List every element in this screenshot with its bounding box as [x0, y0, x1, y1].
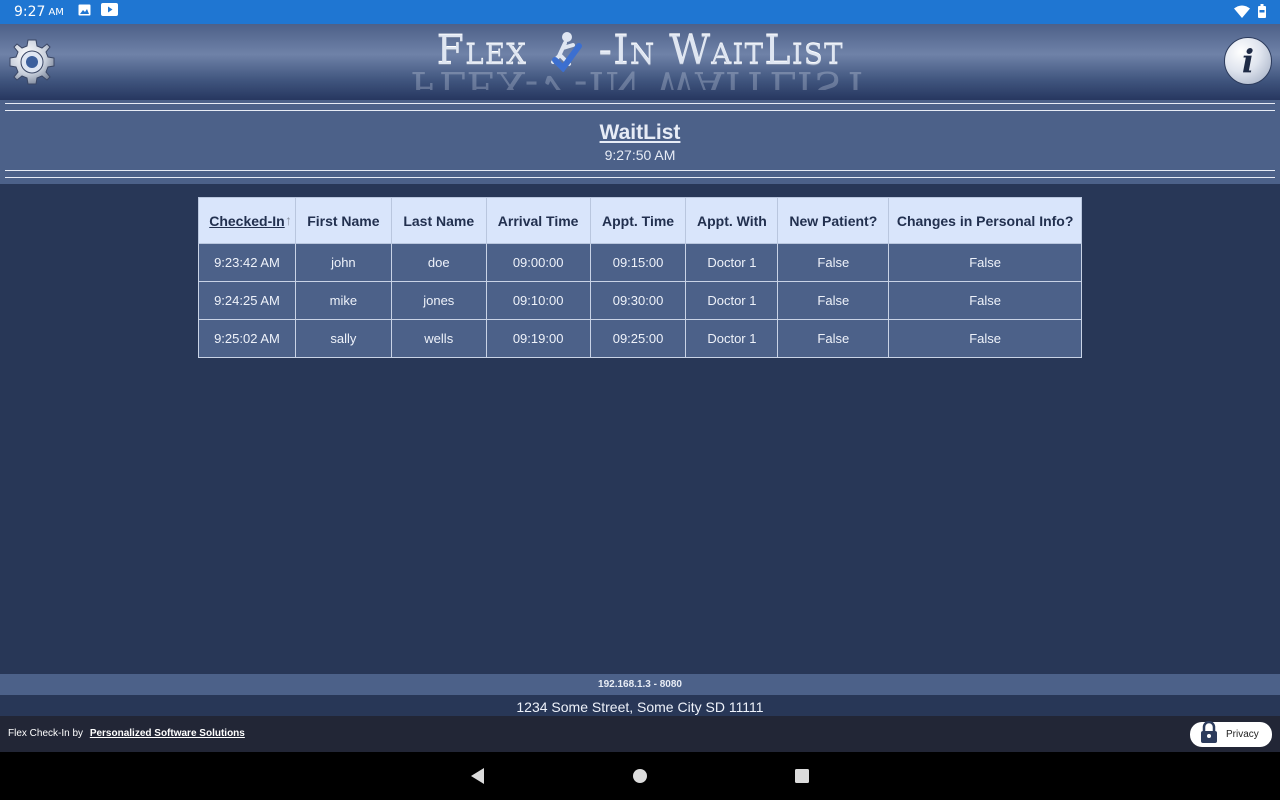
table-header-row: Checked-In ↑ First Name Last Name Arrival…	[198, 197, 1082, 244]
waitlist-table: Checked-In ↑ First Name Last Name Arrival…	[198, 197, 1082, 358]
navigation-bar	[0, 752, 1280, 800]
status-time: 9:27	[14, 4, 46, 20]
privacy-button[interactable]: Privacy	[1190, 720, 1272, 748]
cell-last-name: doe	[390, 243, 487, 282]
divider	[5, 177, 1275, 178]
recent-apps-icon[interactable]	[793, 767, 811, 785]
home-icon[interactable]	[631, 767, 649, 785]
divider	[5, 103, 1275, 104]
company-link[interactable]: Personalized Software Solutions	[90, 728, 245, 739]
logo-reflection: FLEX-✓-IN WAITLIST	[410, 66, 870, 90]
cell-arrival-time: 09:10:00	[485, 281, 591, 320]
table-row: 9:23:42 AM john doe 09:00:00 09:15:00 Do…	[198, 243, 1082, 282]
privacy-label: Privacy	[1226, 729, 1259, 740]
column-header-new-patient: New Patient?	[777, 197, 890, 244]
sort-ascending-icon: ↑	[284, 212, 292, 228]
cell-appt-with: Doctor 1	[685, 243, 779, 282]
cell-appt-time: 09:15:00	[589, 243, 687, 282]
cell-first-name: mike	[294, 281, 392, 320]
cell-arrival-time: 09:19:00	[485, 319, 591, 358]
cell-new-patient: False	[777, 319, 890, 358]
cell-appt-with: Doctor 1	[685, 281, 779, 320]
battery-icon	[1258, 4, 1266, 23]
cell-appt-time: 09:30:00	[589, 281, 687, 320]
divider	[5, 110, 1275, 111]
column-header-appt-with: Appt. With	[685, 197, 779, 244]
image-notification-icon	[78, 3, 91, 21]
table-row: 9:25:02 AM sally wells 09:19:00 09:25:00…	[198, 319, 1082, 358]
cell-first-name: sally	[294, 319, 392, 358]
info-icon[interactable]: i	[1224, 37, 1272, 85]
divider	[5, 170, 1275, 171]
app-header: Flex -In WaitList FLEX-✓-IN WAITLIST i	[0, 24, 1280, 100]
column-header-first-name: First Name	[294, 197, 392, 244]
cell-checked-in: 9:24:25 AM	[198, 281, 296, 320]
street-address: 1234 Some Street, Some City SD 11111	[516, 699, 764, 715]
cell-new-patient: False	[777, 281, 890, 320]
status-bar: 9:27 AM	[0, 0, 1280, 24]
back-icon[interactable]	[469, 767, 487, 785]
wifi-icon	[1234, 5, 1250, 23]
cell-last-name: wells	[390, 319, 487, 358]
youtube-notification-icon	[100, 3, 118, 21]
cell-changes-info: False	[888, 319, 1082, 358]
current-time: 9:27:50 AM	[604, 147, 676, 163]
cell-arrival-time: 09:00:00	[485, 243, 591, 282]
app-logo: Flex -In WaitList FLEX-✓-IN WAITLIST	[0, 28, 1280, 90]
title-band: WaitList 9:27:50 AM	[0, 100, 1280, 184]
cell-appt-time: 09:25:00	[589, 319, 687, 358]
cell-checked-in: 9:23:42 AM	[198, 243, 296, 282]
cell-checked-in: 9:25:02 AM	[198, 319, 296, 358]
lock-icon	[1200, 720, 1218, 748]
cell-first-name: john	[294, 243, 392, 282]
table-row: 9:24:25 AM mike jones 09:10:00 09:30:00 …	[198, 281, 1082, 320]
cell-appt-with: Doctor 1	[685, 319, 779, 358]
cell-changes-info: False	[888, 281, 1082, 320]
cell-changes-info: False	[888, 243, 1082, 282]
cell-last-name: jones	[390, 281, 487, 320]
credits: Flex Check-In by Personalized Software S…	[8, 728, 245, 739]
column-header-arrival-time: Arrival Time	[485, 197, 591, 244]
credits-bar: Flex Check-In by Personalized Software S…	[0, 716, 1280, 752]
credits-prefix: Flex Check-In by	[8, 728, 84, 739]
column-header-last-name: Last Name	[390, 197, 487, 244]
status-ampm: AM	[48, 6, 64, 18]
page-title: WaitList	[599, 121, 681, 144]
column-header-checked-in[interactable]: Checked-In ↑	[198, 197, 296, 244]
cell-new-patient: False	[777, 243, 890, 282]
column-header-changes-info: Changes in Personal Info?	[888, 197, 1082, 244]
server-address: 192.168.1.3 - 8080	[0, 674, 1280, 695]
column-header-appt-time: Appt. Time	[589, 197, 687, 244]
